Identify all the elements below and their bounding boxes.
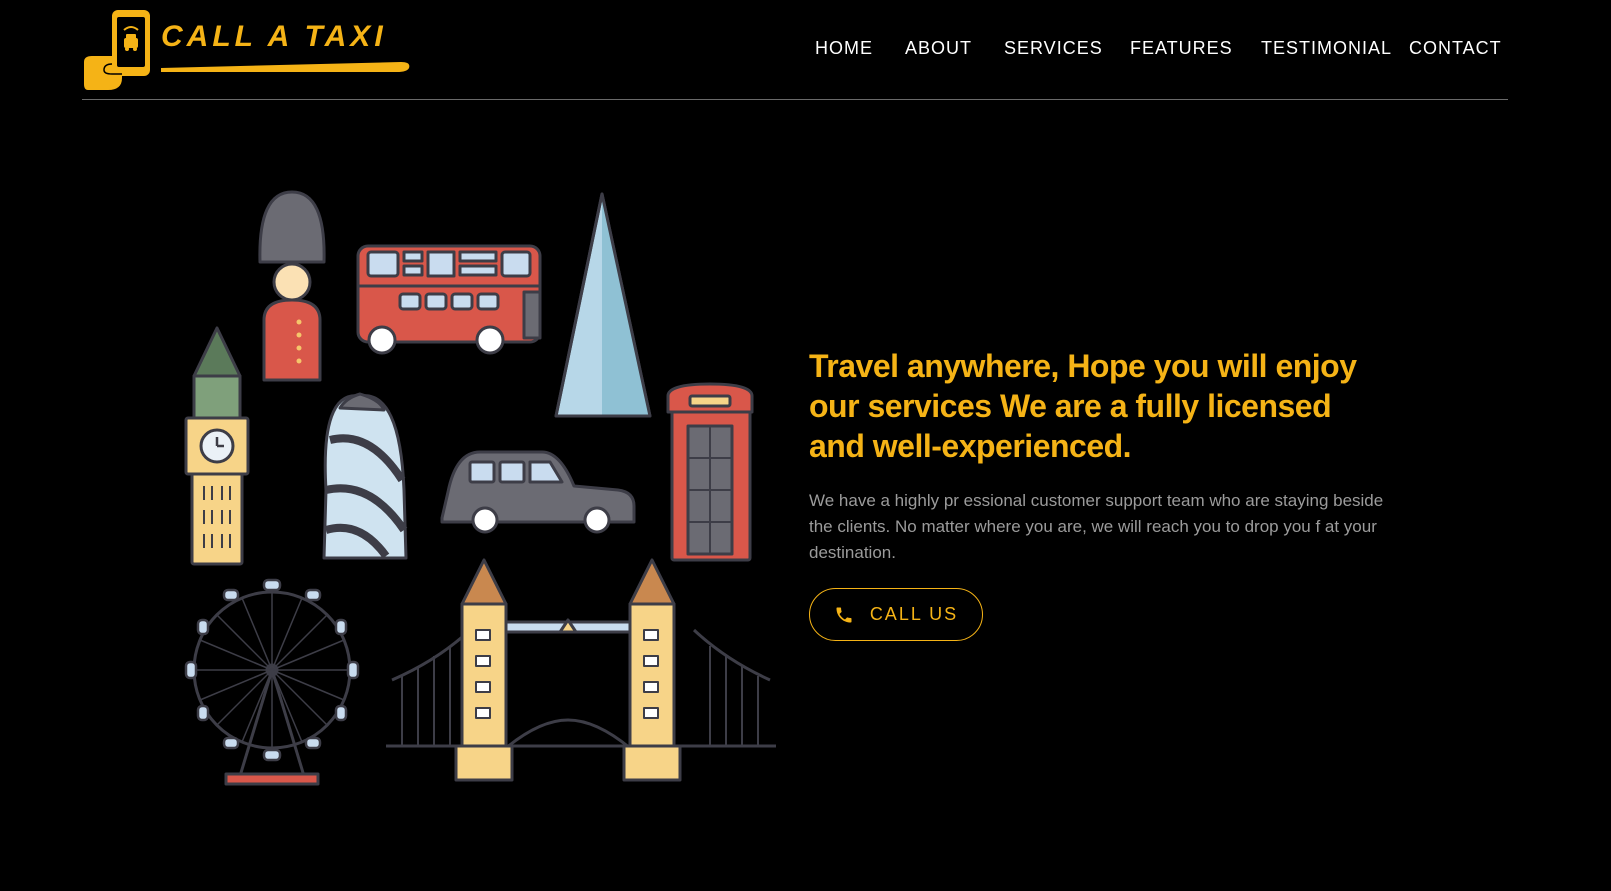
nav-home[interactable]: HOME [815,38,873,59]
phone-icon [834,605,854,625]
hero-headline: Travel anywhere, Hope you will enjoy our… [809,348,1357,464]
nav-services[interactable]: SERVICES [1004,38,1103,59]
site-header: CALL A TAXI HOME ABOUT SERVICES FEATURES… [82,0,1508,100]
nav-about[interactable]: ABOUT [905,38,972,59]
gherkin-icon [322,392,408,560]
double-decker-bus-icon [356,244,542,355]
london-eye-icon [184,578,360,786]
nav-features[interactable]: FEATURES [1130,38,1233,59]
nav-contact[interactable]: CONTACT [1409,38,1502,59]
hero-section: Travel anywhere, Hope you will enjoy our… [809,346,1389,641]
london-landmarks-illustration [184,190,776,786]
nav-testimonial[interactable]: TESTIMONIAL [1261,38,1392,59]
black-cab-icon [440,450,636,534]
big-ben-icon [184,326,250,566]
call-us-button[interactable]: CALL US [809,588,983,641]
phone-box-icon [666,382,754,562]
main-nav: HOME ABOUT SERVICES FEATURES TESTIMONIAL… [82,38,1508,68]
hero-description: We have a highly pr essional customer su… [809,491,1384,562]
shard-tower-icon [554,192,652,418]
tower-bridge-icon [386,558,776,782]
call-us-label: CALL US [869,604,959,624]
royal-guard-icon [258,190,326,382]
